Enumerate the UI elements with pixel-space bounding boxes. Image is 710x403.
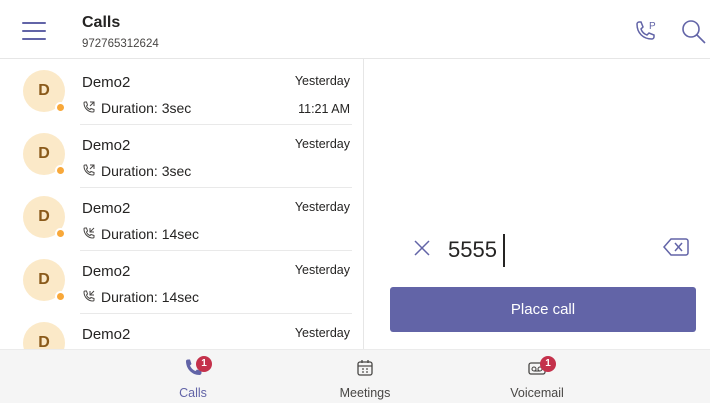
avatar: D	[23, 259, 66, 302]
call-date: Yesterday	[294, 200, 350, 214]
outgoing-call-icon	[83, 164, 95, 176]
app-header: Calls 972765312624 P	[0, 0, 710, 59]
dial-number-input[interactable]	[448, 235, 648, 265]
contact-name: Demo2	[82, 74, 131, 91]
call-history-item[interactable]: D Demo2 Duration: 14sec Yesterday	[0, 251, 363, 314]
search-icon[interactable]	[680, 18, 708, 46]
avatar: D	[23, 70, 66, 113]
contact-name: Demo2	[82, 137, 131, 154]
tab-meetings[interactable]: Meetings	[310, 350, 420, 403]
tab-label: Voicemail	[510, 386, 564, 400]
call-date: Yesterday	[294, 74, 350, 88]
incoming-call-icon	[83, 290, 95, 302]
hamburger-menu-icon[interactable]	[22, 22, 46, 42]
clear-icon[interactable]	[413, 239, 431, 257]
contact-name: Demo2	[82, 200, 131, 217]
call-history-item[interactable]: D Demo2 Duration: 3sec Yesterday	[0, 125, 363, 188]
page-title: Calls	[82, 14, 121, 31]
calendar-icon	[355, 358, 375, 378]
dialer-panel: Place call	[365, 59, 710, 349]
call-park-icon[interactable]: P	[632, 18, 660, 46]
tab-label: Calls	[179, 386, 207, 400]
call-date: Yesterday	[294, 326, 350, 340]
call-date: Yesterday	[294, 137, 350, 151]
avatar: D	[23, 133, 66, 176]
backspace-icon[interactable]	[663, 237, 689, 257]
call-duration: Duration: 14sec	[82, 289, 199, 305]
presence-away-icon	[55, 291, 66, 302]
call-duration: Duration: 14sec	[82, 226, 199, 242]
call-history-list[interactable]: D Demo2 Duration: 3sec Yesterday 11:21 A…	[0, 59, 364, 349]
svg-text:P: P	[649, 21, 656, 32]
avatar: D	[23, 322, 65, 349]
call-date: Yesterday	[294, 263, 350, 277]
phone-number: 972765312624	[82, 38, 159, 50]
notification-badge: 1	[196, 356, 212, 372]
contact-name: Demo2	[82, 263, 131, 280]
presence-away-icon	[55, 102, 66, 113]
notification-badge: 1	[540, 356, 556, 372]
call-time: 11:21 AM	[298, 102, 350, 116]
call-duration: Duration: 3sec	[82, 100, 191, 116]
bottom-tab-bar: 1 Calls Meetings 1 Voicemail	[0, 349, 710, 403]
place-call-button[interactable]: Place call	[390, 287, 696, 332]
contact-name: Demo2	[82, 326, 131, 343]
call-history-item[interactable]: D Demo2 Duration: 3sec Yesterday 11:21 A…	[0, 62, 363, 125]
presence-away-icon	[55, 228, 66, 239]
tab-label: Meetings	[339, 386, 391, 400]
text-cursor	[503, 234, 505, 267]
tab-voicemail[interactable]: 1 Voicemail	[482, 350, 592, 403]
incoming-call-icon	[83, 227, 95, 239]
presence-away-icon	[55, 165, 66, 176]
call-history-item[interactable]: D Demo2 Duration: 14sec Yesterday	[0, 188, 363, 251]
outgoing-call-icon	[83, 101, 95, 113]
avatar: D	[23, 196, 66, 239]
call-duration: Duration: 3sec	[82, 163, 191, 179]
tab-calls[interactable]: 1 Calls	[138, 350, 248, 403]
call-history-item[interactable]: D Demo2 Yesterday	[0, 314, 363, 349]
